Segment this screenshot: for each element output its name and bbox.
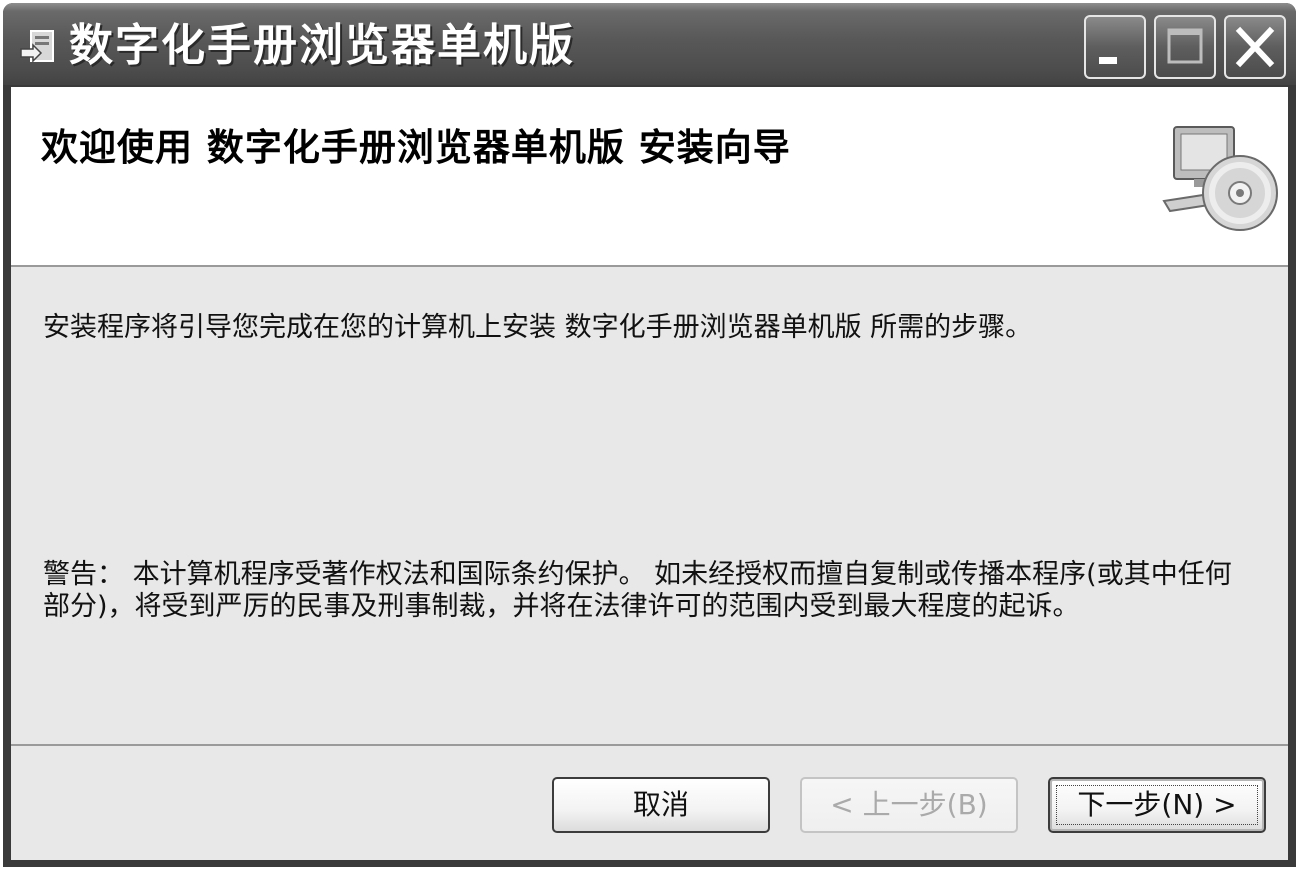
- next-button[interactable]: 下一步(N) >: [1048, 777, 1266, 833]
- close-icon: [1235, 26, 1275, 68]
- wizard-content: 欢迎使用 数字化手册浏览器单机版 安装向导 安装程序将引导您完成在您的计算机上安…: [11, 87, 1288, 860]
- title-bar[interactable]: 数字化手册浏览器单机版: [3, 3, 1296, 85]
- maximize-button[interactable]: [1154, 15, 1216, 79]
- banner-divider: [11, 265, 1288, 267]
- back-button[interactable]: < 上一步(B): [800, 777, 1018, 833]
- installer-window: 数字化手册浏览器单机版 欢迎使用 数字化手册浏览器单机版 安装向导 安装程序将引…: [3, 3, 1296, 867]
- cancel-button[interactable]: 取消: [552, 777, 770, 833]
- computer-cd-icon: [1162, 126, 1278, 231]
- next-button-label: 下一步(N) >: [1077, 788, 1237, 821]
- close-button[interactable]: [1224, 15, 1286, 79]
- intro-text: 安装程序将引导您完成在您的计算机上安装 数字化手册浏览器单机版 所需的步骤。: [43, 312, 1033, 343]
- minimize-icon: [1099, 57, 1117, 64]
- button-divider: [11, 744, 1288, 746]
- window-title: 数字化手册浏览器单机版: [69, 20, 575, 71]
- installer-icon: [20, 30, 54, 63]
- minimize-button[interactable]: [1084, 15, 1146, 79]
- wizard-heading: 欢迎使用 数字化手册浏览器单机版 安装向导: [41, 126, 791, 169]
- maximize-icon: [1167, 28, 1203, 64]
- wizard-banner: 欢迎使用 数字化手册浏览器单机版 安装向导: [11, 87, 1288, 265]
- copyright-warning: 警告： 本计算机程序受著作权法和国际条约保护。 如未经授权而擅自复制或传播本程序…: [43, 559, 1232, 622]
